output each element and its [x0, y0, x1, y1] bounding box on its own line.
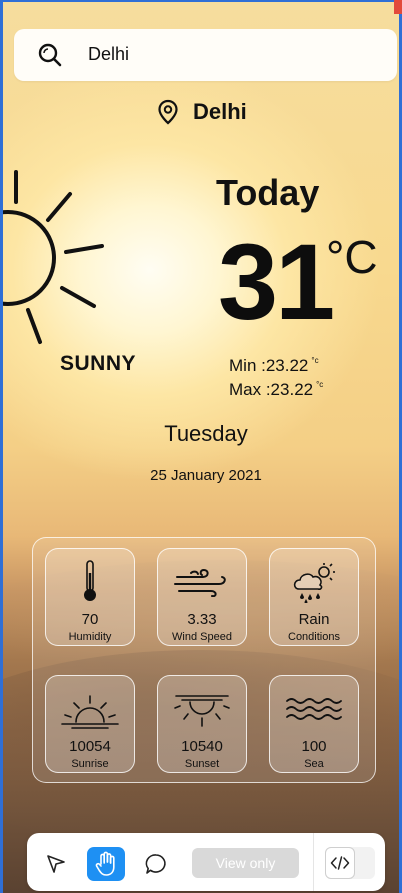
- stat-label: Sunset: [184, 758, 220, 770]
- comment-icon: [145, 854, 166, 874]
- stat-label: Sea: [304, 758, 324, 770]
- search-icon[interactable]: [38, 43, 62, 67]
- stat-label: Wind Speed: [172, 631, 232, 643]
- stat-value: 10540: [181, 738, 223, 755]
- min-unit: °c: [311, 356, 319, 365]
- sunrise-icon: [61, 695, 119, 729]
- stat-tile-humidity: 70 Humidity: [45, 548, 135, 646]
- viewer-toolbar: View only: [27, 833, 385, 891]
- min-temperature: Min :23.22 °c: [229, 356, 319, 375]
- comment-tool-button[interactable]: [137, 847, 175, 881]
- stat-tile-conditions: Rain Conditions: [269, 548, 359, 646]
- stat-label: Humidity: [68, 631, 112, 643]
- pointer-tool-button[interactable]: [37, 847, 75, 881]
- toolbar-divider: [313, 833, 314, 891]
- sunset-icon: [174, 695, 230, 727]
- stats-panel: 70 Humidity 3.33 Wind Speed Rain Conditi…: [32, 537, 376, 783]
- current-temperature: 31: [218, 221, 335, 342]
- stat-tile-wind-speed: 3.33 Wind Speed: [157, 548, 247, 646]
- max-temperature: Max :23.22 °c: [229, 380, 324, 399]
- temperature-unit: °C: [326, 231, 378, 283]
- day-of-week: Tuesday: [164, 421, 248, 446]
- rain-cloud-icon: [293, 563, 335, 603]
- code-icon: [330, 856, 350, 870]
- stat-value: 3.33: [187, 611, 217, 628]
- location-pin-icon: [158, 99, 178, 125]
- stat-value: Rain: [298, 611, 330, 628]
- sun-icon: [0, 170, 104, 344]
- stat-value: 70: [81, 611, 99, 628]
- hand-tool-button[interactable]: [87, 847, 125, 881]
- thermometer-icon: [84, 560, 96, 601]
- code-toggle[interactable]: [325, 847, 375, 879]
- max-unit: °c: [316, 380, 324, 389]
- stat-tile-sunrise: 10054 Sunrise: [45, 675, 135, 773]
- frame-marker: [394, 0, 402, 14]
- waves-icon: [286, 698, 342, 720]
- stat-label: Sunrise: [71, 758, 109, 770]
- stat-tile-sea: 100 Sea: [269, 675, 359, 773]
- selection-frame-top: [0, 0, 402, 2]
- location-city: Delhi: [193, 99, 247, 124]
- wind-icon: [174, 568, 226, 597]
- date-label: 25 January 2021: [150, 467, 262, 484]
- location-header: Delhi: [157, 98, 247, 126]
- weather-app: Delhi Delhi SUNNY Today 31 °C Min :23.22…: [0, 0, 402, 893]
- selection-frame-left: [0, 0, 3, 893]
- weather-condition: SUNNY: [60, 352, 137, 375]
- search-input[interactable]: Delhi: [88, 44, 129, 65]
- pointer-icon: [47, 855, 65, 873]
- stat-label: Conditions: [288, 631, 340, 643]
- code-toggle-knob: [325, 847, 355, 879]
- view-only-button[interactable]: View only: [192, 848, 299, 878]
- stat-tile-sunset: 10540 Sunset: [157, 675, 247, 773]
- stat-value: 10054: [69, 738, 111, 755]
- search-bar[interactable]: Delhi: [14, 29, 397, 81]
- hand-icon: [95, 851, 115, 876]
- today-heading: Today: [216, 172, 320, 213]
- stat-value: 100: [301, 738, 327, 755]
